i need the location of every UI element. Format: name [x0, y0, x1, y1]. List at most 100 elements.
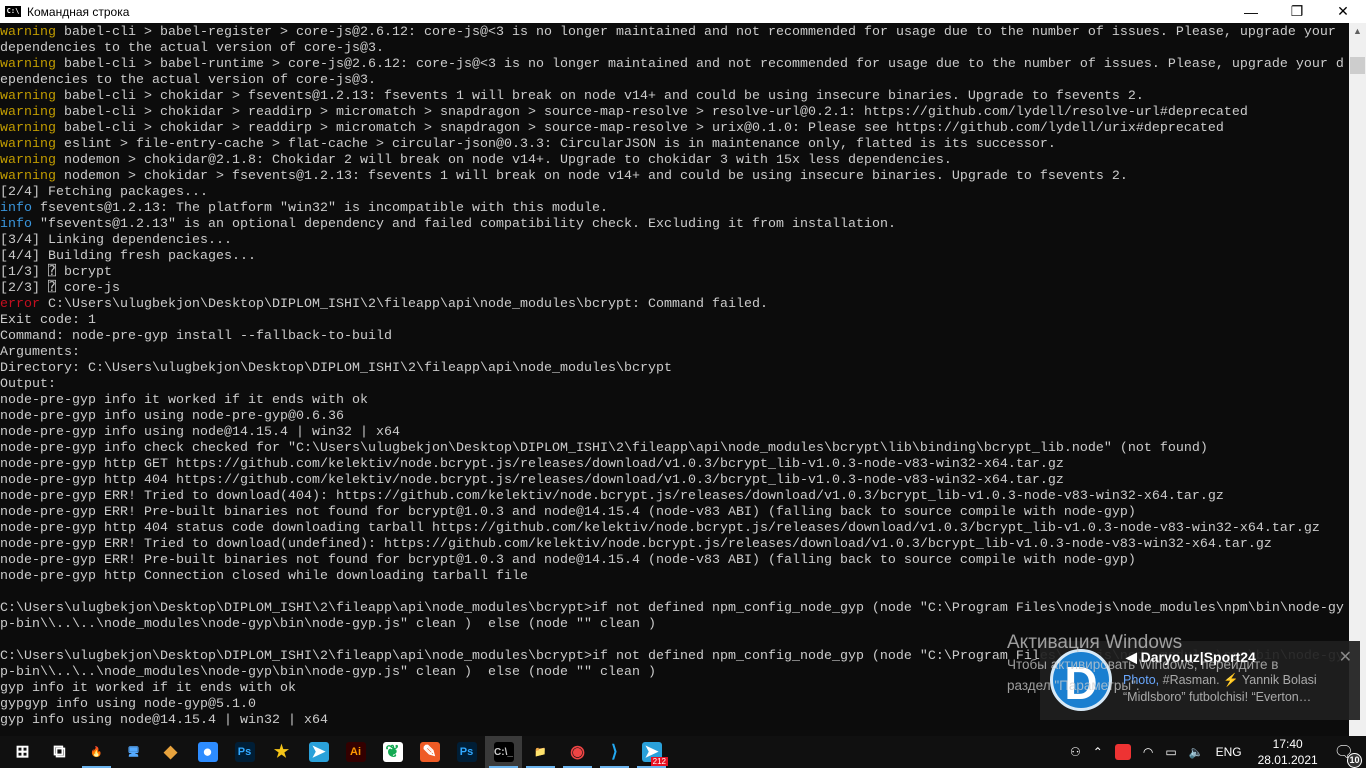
terminal-line: Output: [0, 376, 1349, 392]
terminal-line: warning nodemon > chokidar > fsevents@1.… [0, 168, 1349, 184]
terminal-line: info fsevents@1.2.13: The platform "win3… [0, 200, 1349, 216]
notification-close-icon[interactable]: ✕ [1339, 647, 1352, 667]
taskbar-telegram-2-button[interactable]: ➤ 212 [633, 736, 670, 768]
terminal-line: node-pre-gyp ERR! Pre-built binaries not… [0, 552, 1349, 568]
terminal-line: dependencies to the actual version of co… [0, 40, 1349, 56]
terminal-line: error C:\Users\ulugbekjon\Desktop\DIPLOM… [0, 296, 1349, 312]
log-level-warning: warning [0, 104, 56, 119]
illustrator-icon: Ai [345, 742, 366, 762]
line-text: gyp info it worked if it ends with ok [0, 680, 296, 695]
terminal-line: warning babel-cli > chokidar > readdirp … [0, 104, 1349, 120]
start-icon: ⊞ [15, 742, 30, 761]
line-text: gypgyp info using node-gyp@5.1.0 [0, 696, 256, 711]
log-level-warning: warning [0, 56, 56, 71]
vscode-icon: ⟩ [611, 742, 618, 761]
taskbar-chrome-button[interactable]: ◉ [559, 736, 596, 768]
log-level-warning: warning [0, 88, 56, 103]
taskbar-command-prompt-button[interactable]: C:\_ [485, 736, 522, 768]
terminal-line: [4/4] Building fresh packages... [0, 248, 1349, 264]
log-level-warning: warning [0, 120, 56, 135]
log-level-warning: warning [0, 136, 56, 151]
taskbar-firefox-dev-button[interactable]: 🔥 [78, 736, 115, 768]
line-text: Output: [0, 376, 56, 391]
git-icon: ◆ [163, 742, 178, 761]
close-button[interactable]: ✕ [1320, 0, 1366, 23]
unread-badge: 212 [650, 757, 668, 766]
terminal-line: [3/4] Linking dependencies... [0, 232, 1349, 248]
scroll-up-icon[interactable]: ▲ [1349, 23, 1366, 40]
terminal-line: node-pre-gyp http 404 status code downlo… [0, 520, 1349, 536]
line-text: node-pre-gyp http GET https://github.com… [0, 456, 1064, 471]
line-text: babel-cli > babel-runtime > core-js@2.6.… [56, 56, 1344, 71]
maximize-button[interactable]: ❐ [1274, 0, 1320, 23]
terminal-line: C:\Users\ulugbekjon\Desktop\DIPLOM_ISHI\… [0, 600, 1349, 616]
scrollbar[interactable]: ▲ [1349, 23, 1366, 736]
terminal-line: info "fsevents@1.2.13" is an optional de… [0, 216, 1349, 232]
clock[interactable]: 17:40 28.01.2021 [1258, 736, 1318, 768]
notification-line1: #Rasman. ⚡ Yannik Bolasi [1159, 673, 1317, 687]
volume-icon[interactable]: 🔈 [1189, 745, 1204, 759]
people-icon[interactable]: ⚇ [1070, 745, 1081, 759]
action-center-icon[interactable]: 🗨 10 [1334, 742, 1362, 768]
taskbar-this-pc-button[interactable]: 🖥 [115, 736, 152, 768]
terminal-output[interactable]: warning babel-cli > babel-register > cor… [0, 23, 1349, 736]
notification-line2: “Midlsboro” futbolchisi! “Everton… [1123, 690, 1312, 704]
terminal-line: node-pre-gyp info using node-pre-gyp@0.6… [0, 408, 1349, 424]
taskbar-vscode-button[interactable]: ⟩ [596, 736, 633, 768]
terminal-line: warning eslint > file-entry-cache > flat… [0, 136, 1349, 152]
notification-toast[interactable]: D ◀ Daryo.uz|Sport24 Photo, #Rasman. ⚡ Y… [1040, 641, 1360, 720]
taskbar: ⊞ ⧉ 🔥 🖥 ◆ ● Ps ★ ➤ Ai ❦ ✎ Ps C:\_ 📁 ◉ ⟩ ➤ 212 ⚇ ⌃ ◠ ▭ 🔈 EN… [0, 736, 1366, 768]
app-tray-icon[interactable] [1114, 744, 1131, 760]
line-text: node-pre-gyp http 404 https://github.com… [0, 472, 1064, 487]
clock-time: 17:40 [1272, 737, 1303, 751]
terminal-line: ependencies to the actual version of cor… [0, 72, 1349, 88]
taskbar-postman-button[interactable]: ✎ [411, 736, 448, 768]
battery-icon[interactable]: ▭ [1165, 745, 1176, 759]
mongodb-compass-icon: ❦ [382, 742, 403, 762]
language-indicator[interactable]: ENG [1216, 745, 1242, 759]
line-text: Exit code: 1 [0, 312, 96, 327]
line-text: nodemon > chokidar@2.1.8: Chokidar 2 wil… [56, 152, 952, 167]
line-text: babel-cli > chokidar > readdirp > microm… [56, 120, 1224, 135]
taskbar-mongodb-compass-button[interactable]: ❦ [374, 736, 411, 768]
line-text: node-pre-gyp ERR! Pre-built binaries not… [0, 552, 1136, 567]
line-text: eslint > file-entry-cache > flat-cache >… [56, 136, 1056, 151]
taskbar-git-button[interactable]: ◆ [152, 736, 189, 768]
notification-link[interactable]: Photo, [1123, 673, 1159, 687]
minimize-button[interactable]: — [1228, 0, 1274, 23]
line-text: ependencies to the actual version of cor… [0, 72, 376, 87]
taskbar-photoshop-button[interactable]: Ps [226, 736, 263, 768]
line-text: nodemon > chokidar > fsevents@1.2.13: fs… [56, 168, 1128, 183]
terminal-line: [2/3] ⍰ core-js [0, 280, 1349, 296]
photoshop-icon: Ps [234, 742, 255, 762]
terminal-line: warning babel-cli > babel-runtime > core… [0, 56, 1349, 72]
terminal-line: node-pre-gyp http 404 https://github.com… [0, 472, 1349, 488]
show-hidden-icons-chevron-icon[interactable]: ⌃ [1093, 745, 1103, 759]
terminal-line: Exit code: 1 [0, 312, 1349, 328]
task-view-icon: ⧉ [53, 742, 66, 761]
line-text: node-pre-gyp info it worked if it ends w… [0, 392, 368, 407]
taskbar-start-button[interactable]: ⊞ [4, 736, 41, 768]
line-text: p-bin\\..\..\node_modules\node-gyp\bin\n… [0, 664, 656, 679]
terminal-line: p-bin\\..\..\node_modules\node-gyp\bin\n… [0, 616, 1349, 632]
line-text: node-pre-gyp http 404 status code downlo… [0, 520, 1320, 535]
taskbar-illustrator-button[interactable]: Ai [337, 736, 374, 768]
telegram-icon: ➤ [308, 742, 329, 762]
taskbar-task-view-button[interactable]: ⧉ [41, 736, 78, 768]
notification-title: ◀ Daryo.uz|Sport24 [1126, 649, 1256, 665]
terminal-line: Directory: C:\Users\ulugbekjon\Desktop\D… [0, 360, 1349, 376]
title-bar: C:\ Командная строка — ❐ ✕ [0, 0, 1366, 23]
taskbar-zoom-button[interactable]: ● [189, 736, 226, 768]
system-tray: ⚇ ⌃ ◠ ▭ 🔈 ENG 17:40 28.01.2021 🗨 10 [1064, 736, 1366, 768]
line-text: dependencies to the actual version of co… [0, 40, 384, 55]
taskbar-star-app-button[interactable]: ★ [263, 736, 300, 768]
wifi-icon[interactable]: ◠ [1143, 745, 1153, 759]
log-level-info: info [0, 200, 32, 215]
taskbar-file-explorer-button[interactable]: 📁 [522, 736, 559, 768]
line-text: "fsevents@1.2.13" is an optional depende… [32, 216, 896, 231]
scrollbar-thumb[interactable] [1350, 57, 1365, 74]
line-text: Directory: C:\Users\ulugbekjon\Desktop\D… [0, 360, 672, 375]
taskbar-telegram-button[interactable]: ➤ [300, 736, 337, 768]
taskbar-photoshop-2-button[interactable]: Ps [448, 736, 485, 768]
